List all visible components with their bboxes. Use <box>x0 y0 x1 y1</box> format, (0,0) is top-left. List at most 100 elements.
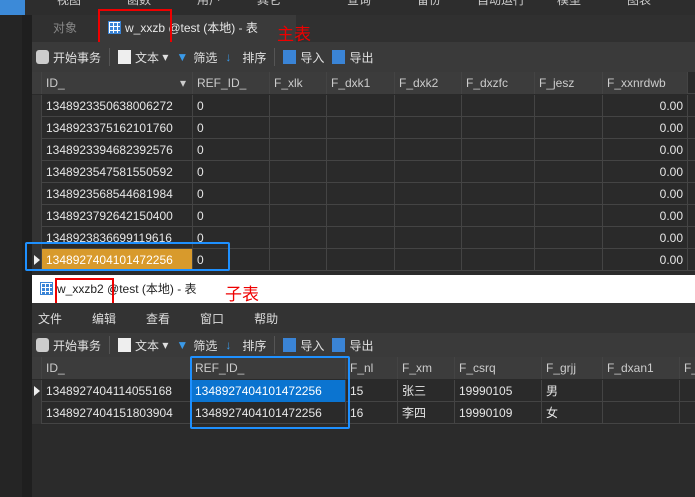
table-cell[interactable]: 0.00 <box>603 227 688 249</box>
menu-file[interactable]: 文件 <box>38 310 62 327</box>
begin-transaction-button[interactable]: 开始事务 <box>36 49 101 66</box>
table-cell[interactable]: 0 <box>193 117 270 139</box>
table-cell[interactable] <box>395 161 462 183</box>
tab-objects[interactable]: 对象 <box>32 15 98 42</box>
filter-button[interactable]: ▼ 筛选 <box>176 49 217 66</box>
table-cell[interactable]: 张三 <box>398 380 455 402</box>
table-cell[interactable] <box>327 249 395 271</box>
row-header[interactable] <box>32 72 42 94</box>
column-header[interactable]: F_dxk2 <box>395 72 462 94</box>
table-cell[interactable] <box>535 95 603 117</box>
sort-button[interactable]: ↓ 排序 <box>225 49 266 66</box>
table-cell[interactable]: 0 <box>193 183 270 205</box>
table-cell[interactable]: 16 <box>346 402 398 424</box>
menu-item[interactable]: 备份 <box>417 0 441 11</box>
table-cell[interactable] <box>535 139 603 161</box>
table-cell[interactable] <box>603 380 680 402</box>
table-cell[interactable]: 0.00 <box>603 249 688 271</box>
menu-window[interactable]: 窗口 <box>200 310 224 327</box>
table-cell[interactable] <box>327 161 395 183</box>
table-cell[interactable] <box>535 161 603 183</box>
menu-item[interactable]: 用户 <box>197 0 221 11</box>
table-cell[interactable] <box>270 249 327 271</box>
row-header[interactable] <box>32 161 42 183</box>
row-header[interactable] <box>32 380 42 402</box>
menu-active-item[interactable] <box>0 0 25 15</box>
table-cell[interactable] <box>395 95 462 117</box>
begin-transaction-button[interactable]: 开始事务 <box>36 337 101 354</box>
table-cell[interactable]: 1348923350638006272 <box>42 95 193 117</box>
text-button[interactable]: 文本 ▾ <box>118 337 168 354</box>
table-cell[interactable] <box>395 117 462 139</box>
row-header[interactable] <box>32 117 42 139</box>
table-cell[interactable] <box>270 205 327 227</box>
table-cell[interactable] <box>680 402 695 424</box>
column-header[interactable]: F_jesz <box>535 72 603 94</box>
column-header[interactable]: F_dxan1 <box>603 357 680 379</box>
table-cell[interactable] <box>327 95 395 117</box>
text-button[interactable]: 文本 ▾ <box>118 49 168 66</box>
table-cell[interactable]: 0.00 <box>603 161 688 183</box>
column-header[interactable]: F_dxzfc <box>462 72 535 94</box>
table-cell[interactable]: 1348923568544681984 <box>42 183 193 205</box>
table-cell[interactable]: 0.00 <box>603 95 688 117</box>
table-cell[interactable]: 1348927404151803904 <box>42 402 191 424</box>
column-dropdown-icon[interactable]: ▾ <box>180 72 186 94</box>
table-cell[interactable] <box>270 227 327 249</box>
row-header[interactable] <box>32 183 42 205</box>
column-header[interactable]: F_xm <box>398 357 455 379</box>
menu-help[interactable]: 帮助 <box>254 310 278 327</box>
menu-item[interactable]: 查询 <box>347 0 371 11</box>
table-cell[interactable] <box>462 227 535 249</box>
column-header[interactable]: F_grjj <box>542 357 603 379</box>
row-header[interactable] <box>32 357 42 379</box>
menu-item[interactable]: 其它 <box>257 0 281 11</box>
table-cell[interactable] <box>270 183 327 205</box>
filter-button[interactable]: ▼ 筛选 <box>176 337 217 354</box>
row-header[interactable] <box>32 95 42 117</box>
table-cell[interactable]: 0.00 <box>603 117 688 139</box>
sort-button[interactable]: ↓ 排序 <box>225 337 266 354</box>
table-cell[interactable]: 0 <box>193 205 270 227</box>
table-cell[interactable] <box>535 227 603 249</box>
table-cell[interactable] <box>395 249 462 271</box>
table-cell[interactable] <box>462 205 535 227</box>
table-cell[interactable] <box>462 161 535 183</box>
column-header[interactable]: ID_ <box>42 357 191 379</box>
table-cell[interactable]: 1348923375162101760 <box>42 117 193 139</box>
menu-item[interactable]: 图表 <box>627 0 651 11</box>
row-header[interactable] <box>32 139 42 161</box>
table-cell[interactable] <box>270 139 327 161</box>
table-cell[interactable]: 0.00 <box>603 205 688 227</box>
menu-edit[interactable]: 编辑 <box>92 310 116 327</box>
table-cell[interactable] <box>270 161 327 183</box>
table-cell[interactable] <box>395 227 462 249</box>
table-cell[interactable] <box>603 402 680 424</box>
table-cell[interactable] <box>395 139 462 161</box>
table-cell[interactable] <box>462 95 535 117</box>
column-header[interactable]: F_xlk <box>270 72 327 94</box>
table-cell[interactable] <box>327 117 395 139</box>
column-header[interactable]: ID_ ▾ <box>42 72 193 94</box>
table-cell[interactable]: 0.00 <box>603 139 688 161</box>
export-button[interactable]: 导出 <box>332 337 373 354</box>
import-button[interactable]: 导入 <box>283 337 324 354</box>
table-cell[interactable] <box>327 227 395 249</box>
table-cell[interactable] <box>535 117 603 139</box>
table-cell[interactable] <box>270 117 327 139</box>
table-cell[interactable]: 0 <box>193 161 270 183</box>
column-header[interactable]: F_csrq <box>455 357 542 379</box>
row-header[interactable] <box>32 205 42 227</box>
table-cell[interactable] <box>462 117 535 139</box>
menu-view[interactable]: 查看 <box>146 310 170 327</box>
table-cell[interactable]: 19990109 <box>455 402 542 424</box>
column-header[interactable]: F_dxk1 <box>327 72 395 94</box>
table-cell[interactable]: 0 <box>193 139 270 161</box>
table-cell[interactable] <box>327 183 395 205</box>
export-button[interactable]: 导出 <box>332 49 373 66</box>
table-cell[interactable]: 1348927404114055168 <box>42 380 191 402</box>
table-cell[interactable] <box>535 249 603 271</box>
table-cell[interactable] <box>462 249 535 271</box>
menu-item[interactable]: 视图 <box>57 0 81 11</box>
table-cell[interactable] <box>680 380 695 402</box>
